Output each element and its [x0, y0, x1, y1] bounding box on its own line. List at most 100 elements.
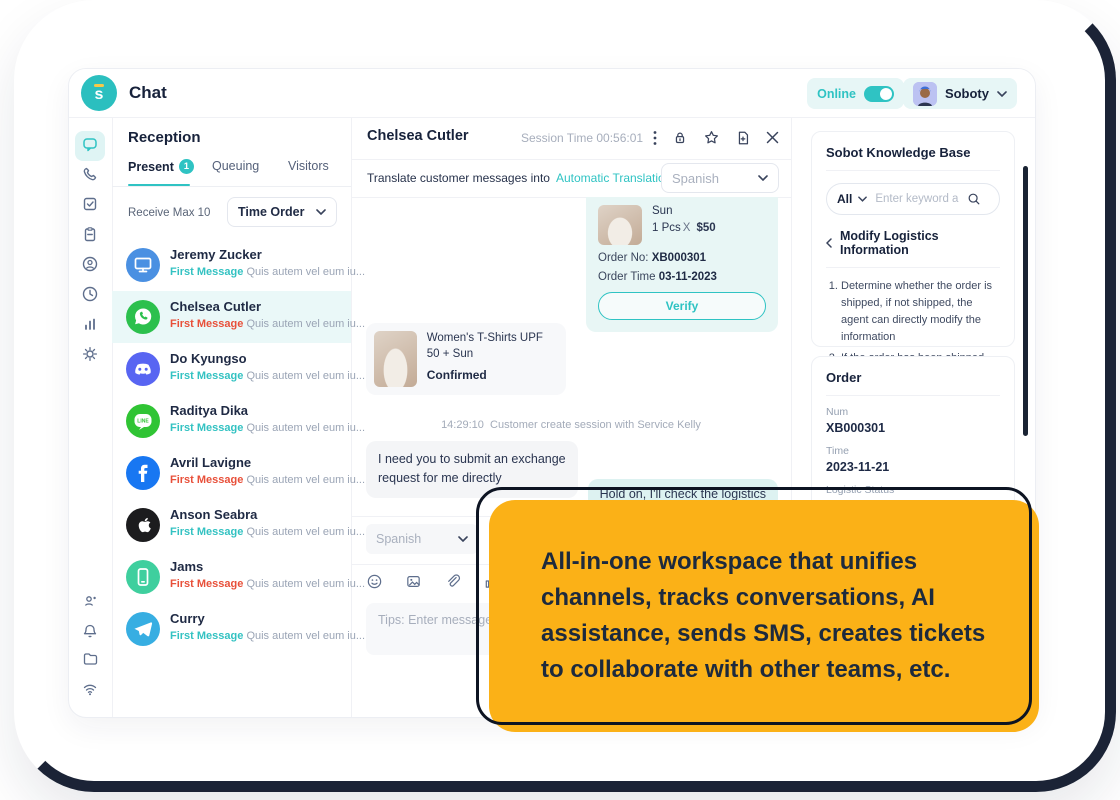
order-number: XB000301 [652, 252, 706, 264]
page: s Chat Online Soboty [0, 0, 1120, 800]
first-message-tag: First Message [170, 578, 243, 590]
product-title: Women's T-Shirts UPF 50 + Sun [427, 331, 558, 362]
reception-panel: Reception Present 1 Queuing Visitors Rec… [112, 117, 352, 717]
composer-language-select[interactable]: Spanish [366, 524, 478, 554]
translate-label: Translate customer messages into [367, 171, 550, 185]
tasks-nav-icon[interactable] [81, 195, 99, 213]
product-status: Confirmed [427, 368, 558, 382]
mobile-channel-icon [126, 560, 160, 594]
emoji-icon[interactable] [366, 573, 383, 590]
chat-header: Chelsea Cutler Session Time 00:56:01 [351, 117, 791, 160]
apple-channel-icon [126, 508, 160, 542]
tab-queuing[interactable]: Queuing [212, 159, 259, 173]
present-count-badge: 1 [179, 159, 194, 174]
automatic-translation-link[interactable]: Automatic Translation [556, 171, 671, 185]
knowledge-base-title: Sobot Knowledge Base [826, 145, 1000, 171]
online-status-label: Online [817, 87, 856, 101]
user-menu[interactable]: Soboty [903, 78, 1017, 109]
knowledge-article-row[interactable]: Modify Logistics Information [826, 229, 1000, 268]
chat-nav-icon[interactable] [81, 135, 99, 153]
star-icon[interactable] [703, 129, 720, 146]
panel-scrollbar[interactable] [1023, 166, 1028, 436]
translate-bar: Translate customer messages into Automat… [351, 159, 791, 198]
product-price: $50 [696, 222, 715, 234]
close-icon[interactable] [766, 131, 779, 144]
discord-channel-icon [126, 352, 160, 386]
file-add-icon[interactable] [735, 130, 751, 146]
verify-button[interactable]: Verify [598, 292, 766, 320]
image-icon[interactable] [405, 573, 422, 590]
translate-language-select[interactable]: Spanish [661, 163, 779, 193]
search-icon[interactable] [967, 192, 981, 206]
logo-letter: s [95, 88, 104, 102]
contacts-nav-icon[interactable] [81, 592, 99, 610]
article-title: Modify Logistics Information [840, 229, 1000, 257]
online-toggle[interactable] [864, 86, 894, 102]
chat-contact-name: Chelsea Cutler [367, 128, 469, 144]
first-message-tag: First Message [170, 630, 243, 642]
chevron-left-icon[interactable] [826, 238, 832, 248]
order-card-title: Order [826, 370, 1000, 396]
app-header: s Chat Online Soboty [69, 69, 1035, 118]
web-channel-icon [126, 248, 160, 282]
contact-row[interactable]: LINE Raditya Dika First Message Quis aut… [112, 395, 351, 447]
attachment-icon[interactable] [444, 573, 461, 590]
field-value: 2023-11-21 [826, 460, 1000, 474]
order-message-card: Sun 1 PcsX$50 Order No: XB000301 Order T… [586, 197, 778, 332]
first-message-tag: First Message [170, 474, 243, 486]
whatsapp-channel-icon [126, 300, 160, 334]
first-message-tag: First Message [170, 266, 243, 278]
session-time: Session Time 00:56:01 [521, 131, 643, 145]
customer-nav-icon[interactable] [81, 255, 99, 273]
analytics-nav-icon[interactable] [81, 315, 99, 333]
product-name: Sun [652, 205, 716, 217]
contact-row-selected[interactable]: Chelsea Cutler First Message Quis autem … [112, 291, 351, 343]
product-photo [374, 331, 417, 387]
files-nav-icon[interactable] [81, 650, 99, 668]
chevron-down-icon [458, 536, 468, 542]
line-channel-icon: LINE [126, 404, 160, 438]
telegram-channel-icon [126, 612, 160, 646]
contact-row[interactable]: Curry First Message Quis autem vel eum i… [112, 603, 351, 655]
contact-row[interactable]: Anson Seabra First Message Quis autem ve… [112, 499, 351, 551]
field-label: Time [826, 445, 1000, 457]
search-filter[interactable]: All [837, 192, 852, 206]
knowledge-search: All [826, 183, 1000, 215]
reception-title: Reception [128, 129, 201, 146]
more-icon[interactable] [653, 130, 657, 146]
field-label: Num [826, 406, 1000, 418]
nav-rail [69, 117, 113, 717]
settings-nav-icon[interactable] [81, 345, 99, 363]
contact-row[interactable]: Jams First Message Quis autem vel eum iu… [112, 551, 351, 603]
chevron-down-icon [758, 175, 768, 181]
first-message-tag: First Message [170, 526, 243, 538]
tab-present[interactable]: Present 1 [128, 159, 194, 174]
online-status-control[interactable]: Online [807, 78, 904, 109]
user-name: Soboty [945, 86, 989, 101]
knowledge-step: Determine whether the order is shipped, … [841, 278, 1000, 346]
contact-row[interactable]: Do Kyungso First Message Quis autem vel … [112, 343, 351, 395]
history-nav-icon[interactable] [81, 285, 99, 303]
first-message-tag: First Message [170, 318, 243, 330]
avatar [913, 82, 937, 106]
field-value: XB000301 [826, 421, 1000, 435]
facebook-channel-icon [126, 456, 160, 490]
search-input[interactable] [873, 192, 961, 206]
contact-row[interactable]: Jeremy Zucker First Message Quis autem v… [112, 239, 351, 291]
lock-icon[interactable] [672, 130, 688, 146]
chevron-down-icon [316, 209, 326, 215]
contact-row[interactable]: Avril Lavigne First Message Quis autem v… [112, 447, 351, 499]
clipboard-nav-icon[interactable] [81, 225, 99, 243]
sort-order-select[interactable]: Time Order [227, 197, 337, 227]
page-title: Chat [129, 69, 167, 117]
tab-visitors[interactable]: Visitors [288, 159, 329, 173]
notifications-nav-icon[interactable] [81, 622, 99, 640]
chevron-down-icon[interactable] [858, 196, 867, 202]
product-message-card: Women's T-Shirts UPF 50 + Sun Confirmed [366, 323, 566, 395]
phone-nav-icon[interactable] [81, 165, 99, 183]
chevron-down-icon [997, 91, 1007, 97]
network-nav-icon[interactable] [81, 680, 99, 698]
message-list: Sun 1 PcsX$50 Order No: XB000301 Order T… [351, 197, 791, 516]
first-message-tag: First Message [170, 422, 243, 434]
first-message-tag: First Message [170, 370, 243, 382]
